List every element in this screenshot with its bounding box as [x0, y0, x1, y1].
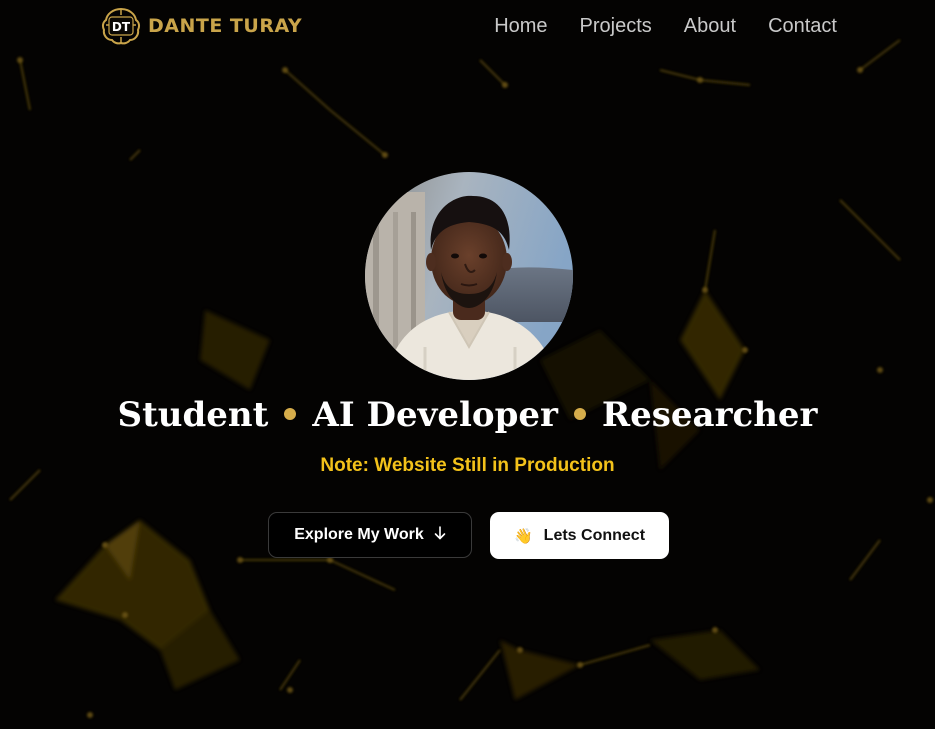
nav-about[interactable]: About: [684, 13, 736, 39]
brain-circuit-logo-icon: DT: [101, 7, 141, 45]
explore-button-label: Explore My Work: [294, 526, 424, 543]
logo-initials: DT: [112, 20, 131, 34]
role-tagline: Student AI Developer Researcher: [0, 392, 935, 438]
nav-contact[interactable]: Contact: [768, 13, 837, 39]
separator-dot-icon: [573, 408, 586, 420]
nav-projects[interactable]: Projects: [580, 13, 652, 39]
hero-section: Student AI Developer Researcher Note: Webs…: [0, 0, 935, 729]
profile-photo: [365, 172, 573, 380]
role-researcher: Researcher: [601, 395, 818, 435]
site-header: DT DANTE TURAY Home Projects About Conta…: [0, 0, 935, 52]
page: DT DANTE TURAY Home Projects About Conta…: [0, 0, 935, 729]
role-student: Student: [117, 395, 269, 435]
separator-dot-icon: [284, 408, 297, 420]
main-nav: Home Projects About Contact: [494, 13, 837, 39]
brand-name: DANTE TURAY: [148, 15, 303, 37]
brand[interactable]: DT DANTE TURAY: [101, 5, 302, 47]
waving-hand-icon: 👋: [513, 527, 533, 545]
connect-button-label: Lets Connect: [543, 526, 646, 544]
arrow-down-icon: [434, 525, 446, 545]
role-ai-developer: AI Developer: [312, 395, 558, 435]
nav-home[interactable]: Home: [494, 13, 547, 39]
lets-connect-button[interactable]: 👋 Lets Connect: [490, 512, 669, 559]
explore-my-work-button[interactable]: Explore My Work: [268, 512, 472, 558]
production-note: Note: Website Still in Production: [320, 455, 615, 476]
